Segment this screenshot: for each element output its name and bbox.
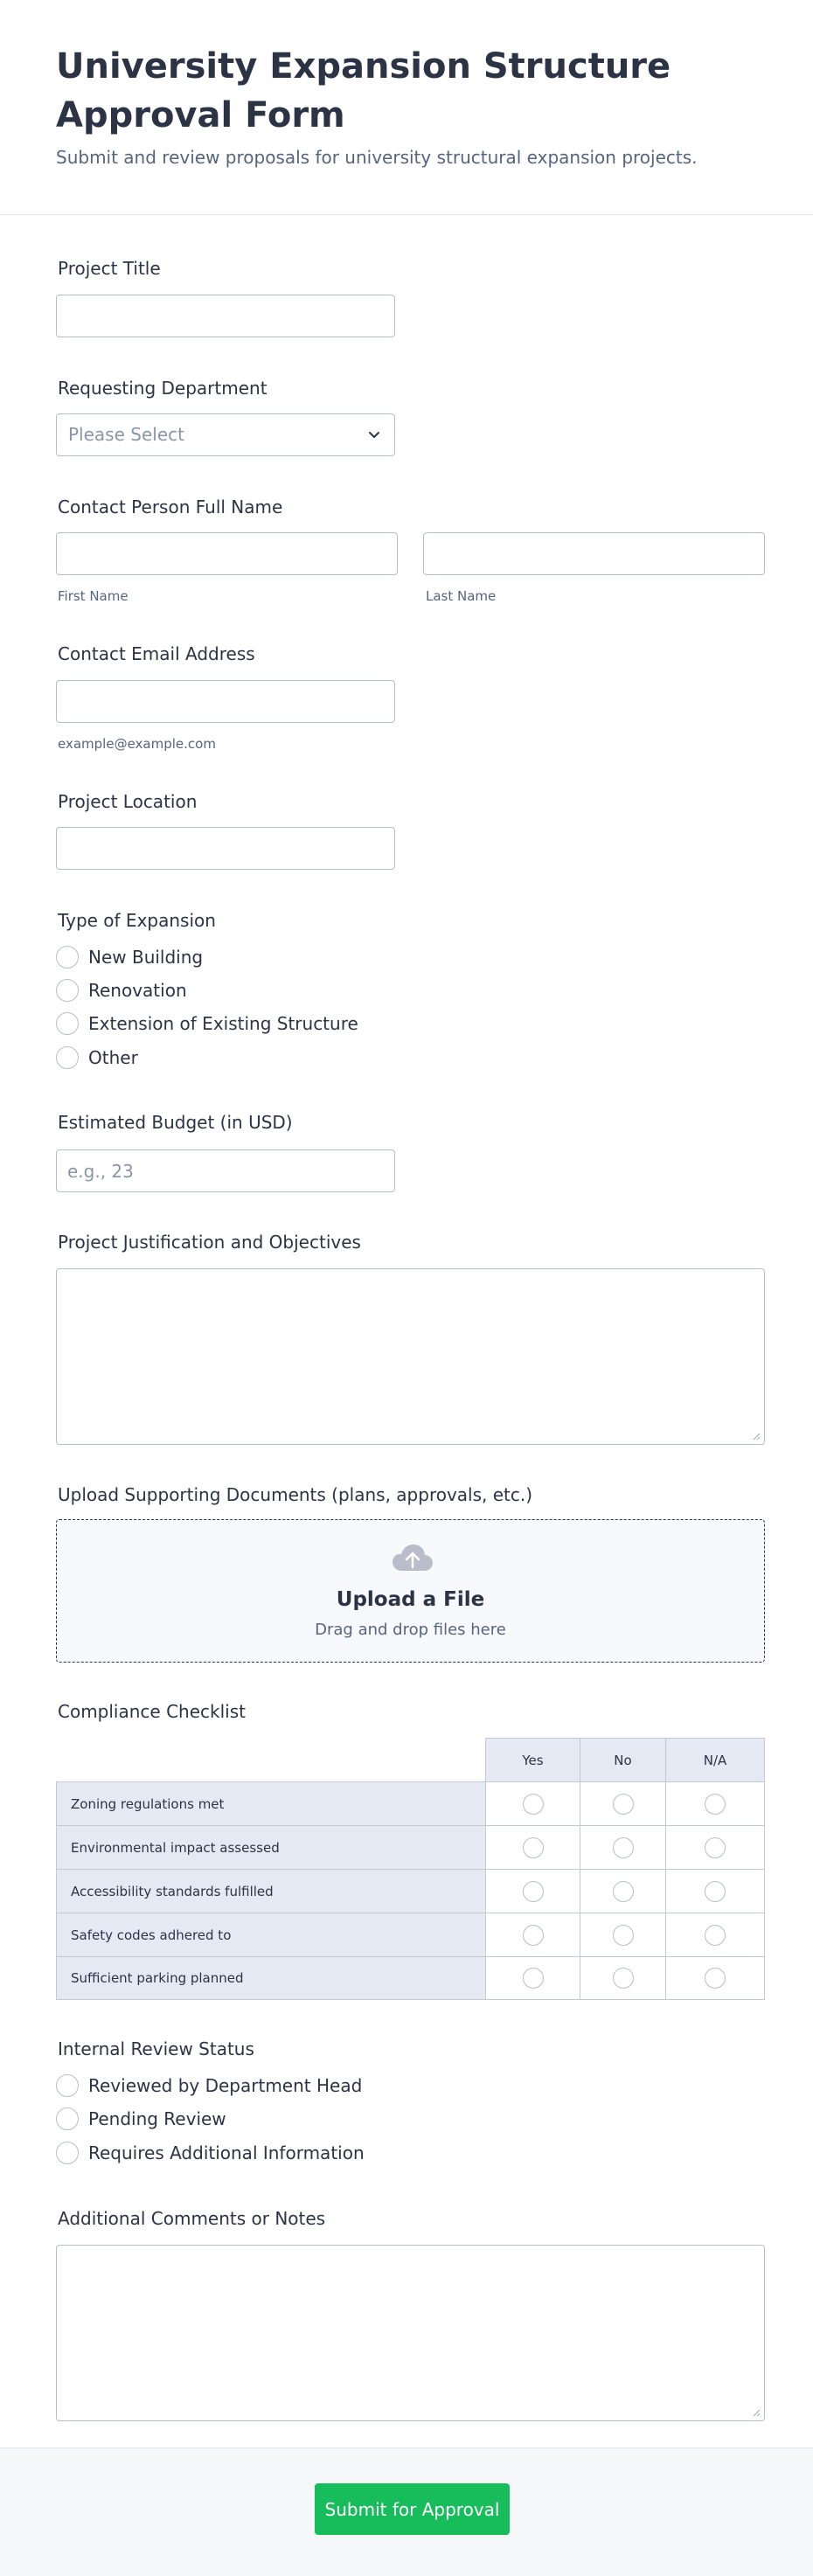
matrix-cell[interactable]	[485, 1913, 580, 1957]
form-header: University Expansion Structure Approval …	[0, 0, 813, 215]
first-name-field[interactable]	[56, 532, 398, 575]
radio-button[interactable]	[522, 1793, 544, 1815]
location-input[interactable]	[57, 828, 394, 869]
contact-name-label: Contact Person Full Name	[58, 496, 283, 517]
matrix-cell[interactable]	[665, 1956, 765, 2000]
matrix-cell[interactable]	[665, 1825, 765, 1870]
upload-title: Upload a File	[336, 1588, 485, 1611]
department-select[interactable]: Please Select	[56, 413, 395, 456]
matrix-row-label: Accessibility standards fulfilled	[56, 1869, 486, 1913]
project-title-label: Project Title	[58, 258, 161, 279]
first-name-sublabel: First Name	[58, 588, 129, 604]
matrix-cell[interactable]	[580, 1781, 666, 1826]
justification-label: Project Justification and Objectives	[58, 1232, 361, 1253]
last-name-input[interactable]	[424, 533, 764, 574]
first-name-input[interactable]	[57, 533, 397, 574]
expansion-option-label: New Building	[88, 947, 204, 968]
matrix-row-label: Zoning regulations met	[56, 1781, 486, 1826]
radio-button[interactable]	[522, 1880, 544, 1902]
compliance-matrix: Yes No N/A Zoning regulations met Enviro…	[56, 1738, 765, 2000]
radio-button[interactable]	[56, 1012, 79, 1035]
expansion-option-label: Extension of Existing Structure	[88, 1013, 358, 1034]
form-subtitle: Submit and review proposals for universi…	[56, 147, 698, 168]
upload-subtitle: Drag and drop files here	[315, 1621, 506, 1639]
matrix-cell[interactable]	[580, 1913, 666, 1957]
email-field[interactable]	[56, 680, 395, 723]
department-label: Requesting Department	[58, 378, 268, 399]
justification-textarea[interactable]	[56, 1268, 765, 1445]
radio-button[interactable]	[612, 1837, 634, 1858]
form-footer: Submit for Approval	[0, 2448, 813, 2576]
budget-label: Estimated Budget (in USD)	[58, 1112, 293, 1133]
upload-label: Upload Supporting Documents (plans, appr…	[58, 1484, 533, 1505]
radio-button[interactable]	[612, 1880, 634, 1902]
cloud-upload-icon	[393, 1545, 433, 1571]
matrix-cell[interactable]	[485, 1781, 580, 1826]
matrix-row-label: Safety codes adhered to	[56, 1913, 486, 1957]
matrix-row-label: Sufficient parking planned	[56, 1956, 486, 2000]
comments-label: Additional Comments or Notes	[58, 2208, 326, 2229]
matrix-cell[interactable]	[580, 1869, 666, 1913]
budget-input[interactable]	[57, 1150, 394, 1191]
radio-button[interactable]	[705, 1793, 726, 1815]
expansion-option-label: Other	[88, 1047, 138, 1068]
radio-button[interactable]	[705, 1837, 726, 1858]
radio-button[interactable]	[522, 1968, 544, 1989]
review-status-option-label: Reviewed by Department Head	[88, 2075, 363, 2096]
form-title: University Expansion Structure Approval …	[56, 46, 671, 135]
department-selected-value: Please Select	[68, 424, 184, 445]
radio-button[interactable]	[56, 2107, 79, 2130]
radio-button[interactable]	[56, 1046, 79, 1069]
compliance-label: Compliance Checklist	[58, 1701, 246, 1722]
radio-button[interactable]	[612, 1924, 634, 1946]
matrix-cell[interactable]	[665, 1869, 765, 1913]
radio-button[interactable]	[56, 2142, 79, 2164]
email-input[interactable]	[57, 681, 394, 722]
project-title-field[interactable]	[56, 295, 395, 337]
matrix-column-header: N/A	[665, 1738, 765, 1782]
radio-button[interactable]	[56, 2074, 79, 2097]
radio-button[interactable]	[705, 1968, 726, 1989]
matrix-cell[interactable]	[665, 1913, 765, 1957]
review-status-option-label: Pending Review	[88, 2108, 226, 2129]
resize-handle-icon[interactable]	[752, 1432, 761, 1441]
matrix-column-header: No	[580, 1738, 666, 1782]
matrix-cell[interactable]	[580, 1825, 666, 1870]
review-status-option-label: Requires Additional Information	[88, 2142, 365, 2163]
email-label: Contact Email Address	[58, 643, 255, 664]
file-upload-dropzone[interactable]: Upload a File Drag and drop files here	[56, 1519, 765, 1663]
project-title-input[interactable]	[57, 295, 394, 337]
matrix-cell[interactable]	[665, 1781, 765, 1826]
resize-handle-icon[interactable]	[752, 2408, 761, 2417]
review-status-label: Internal Review Status	[58, 2038, 254, 2059]
email-sublabel: example@example.com	[58, 736, 216, 752]
matrix-row-label: Environmental impact assessed	[56, 1825, 486, 1870]
radio-button[interactable]	[56, 979, 79, 1002]
radio-button[interactable]	[522, 1837, 544, 1858]
location-label: Project Location	[58, 791, 198, 812]
chevron-down-icon	[369, 432, 379, 438]
radio-button[interactable]	[56, 946, 79, 969]
radio-button[interactable]	[705, 1924, 726, 1946]
radio-button[interactable]	[612, 1793, 634, 1815]
matrix-cell[interactable]	[580, 1956, 666, 2000]
expansion-type-label: Type of Expansion	[58, 910, 216, 931]
last-name-sublabel: Last Name	[426, 588, 497, 604]
radio-button[interactable]	[612, 1968, 634, 1989]
matrix-cell[interactable]	[485, 1825, 580, 1870]
radio-button[interactable]	[522, 1924, 544, 1946]
last-name-field[interactable]	[423, 532, 765, 575]
comments-textarea[interactable]	[56, 2245, 765, 2421]
matrix-column-header: Yes	[485, 1738, 580, 1782]
budget-field[interactable]	[56, 1149, 395, 1192]
matrix-cell[interactable]	[485, 1956, 580, 2000]
matrix-cell[interactable]	[485, 1869, 580, 1913]
submit-button[interactable]: Submit for Approval	[315, 2483, 510, 2535]
radio-button[interactable]	[705, 1880, 726, 1902]
expansion-option-label: Renovation	[88, 980, 187, 1001]
location-field[interactable]	[56, 827, 395, 870]
